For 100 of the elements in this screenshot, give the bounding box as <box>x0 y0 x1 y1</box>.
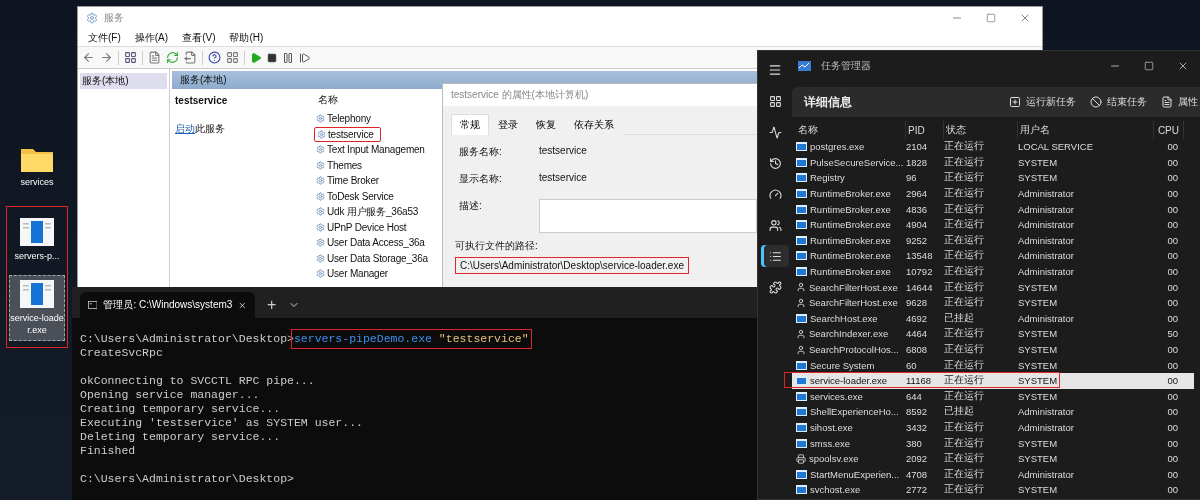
table-cell-text: Administrator <box>1018 250 1075 262</box>
table-cell-text: Administrator <box>1018 266 1075 278</box>
terminal-tab[interactable]: 管理员: C:\Windows\system3 <box>80 292 255 318</box>
path-field[interactable]: C:\Users\Administrator\Desktop\service-loader.exe <box>455 257 689 274</box>
service-row[interactable]: testservice <box>314 126 381 142</box>
column-header[interactable]: 名称 <box>314 93 440 111</box>
column-header[interactable]: 状态 <box>944 121 1018 139</box>
process-row[interactable]: RuntimeBroker.exe 13548 正在运行 Administrator 00 <box>792 248 1194 264</box>
menu-item[interactable]: 操作(A) <box>128 30 175 45</box>
column-header[interactable]: PID <box>906 121 944 139</box>
menu-item[interactable]: 文件(F) <box>82 30 127 45</box>
resume-icon[interactable] <box>299 51 311 64</box>
service-row[interactable]: Telephony <box>314 111 440 127</box>
table-cell-text: 正在运行 <box>944 233 985 247</box>
process-row[interactable]: Registry 96 正在运行 SYSTEM 00 <box>792 170 1194 186</box>
pause-icon[interactable] <box>282 51 294 64</box>
service-row[interactable]: Text Input Managemen <box>314 142 440 158</box>
table-cell-text: 10792 <box>906 266 934 278</box>
process-row[interactable]: Secure System 60 正在运行 SYSTEM 00 <box>792 357 1194 373</box>
process-row[interactable]: RuntimeBroker.exe 9252 正在运行 Administrator 00 <box>792 232 1194 249</box>
toolbar-button[interactable]: 属性 <box>1159 95 1200 109</box>
process-row[interactable]: svchost.exe 2772 正在运行 SYSTEM 00 <box>792 482 1194 498</box>
table-cell-text: 2772 <box>906 484 929 496</box>
gear-icon <box>316 238 325 248</box>
process-row[interactable]: SearchProtocolHos... 6808 正在运行 SYSTEM 00 <box>792 341 1194 358</box>
table-cell-text: 00 <box>1166 390 1179 402</box>
table-cell-text: 00 <box>1166 156 1179 168</box>
table-cell-text: LOCAL SERVICE <box>1018 141 1094 153</box>
process-row[interactable]: StartMenuExperien... 4708 正在运行 Administrator 00 <box>792 466 1194 483</box>
menu-item[interactable]: 查看(V) <box>176 30 222 45</box>
process-row[interactable]: smss.exe 380 正在运行 SYSTEM 00 <box>792 435 1194 451</box>
process-row[interactable]: SearchHost.exe 4692 已挂起 Administrator 00 <box>792 310 1194 327</box>
table-cell-text: 00 <box>1166 141 1179 153</box>
process-row[interactable]: RuntimeBroker.exe 2964 正在运行 Administrator 00 <box>792 185 1194 202</box>
process-row[interactable]: sihost.exe 3432 正在运行 Administrator 00 <box>792 419 1194 436</box>
process-row[interactable]: RuntimeBroker.exe 4836 正在运行 Administrator 00 <box>792 201 1194 217</box>
process-row[interactable]: SearchIndexer.exe 4464 正在运行 SYSTEM 50 <box>792 326 1194 342</box>
table-cell-text: 正在运行 <box>944 436 985 450</box>
properties-icon[interactable] <box>148 51 161 64</box>
service-row[interactable]: Themes <box>314 157 440 173</box>
table-cell-text: 00 <box>1166 250 1179 262</box>
help-icon[interactable] <box>208 51 221 64</box>
window-icon <box>796 142 807 152</box>
service-row[interactable]: User Data Access_36a <box>314 235 440 251</box>
terminal-text: Opening service manager... <box>80 388 260 402</box>
refresh-icon[interactable] <box>166 51 179 64</box>
table-cell: Registry <box>796 172 906 184</box>
column-header[interactable]: CPU <box>1154 121 1184 139</box>
user-icon <box>796 344 806 355</box>
table-cell-text: SYSTEM <box>1018 375 1059 387</box>
gear-icon <box>316 269 325 279</box>
menu-item[interactable]: 帮助(H) <box>223 30 270 45</box>
process-row[interactable]: RuntimeBroker.exe 4904 正在运行 Administrator 00 <box>792 216 1194 233</box>
table-cell: RuntimeBroker.exe <box>796 266 906 278</box>
stop-icon[interactable] <box>267 52 277 63</box>
process-row[interactable]: postgres.exe 2104 正在运行 LOCAL SERVICE 00 <box>792 139 1194 155</box>
table-cell-text: 已挂起 <box>944 311 975 325</box>
column-header[interactable]: 用户名 <box>1018 121 1154 139</box>
window-icon <box>796 313 807 323</box>
process-row[interactable]: RuntimeBroker.exe 10792 正在运行 Administrator 00 <box>792 263 1194 280</box>
table-cell-text: SYSTEM <box>1018 437 1059 449</box>
table-cell-text: Administrator <box>1018 203 1075 215</box>
service-row[interactable]: User Manager <box>314 266 440 282</box>
service-row[interactable]: Time Broker <box>314 173 440 189</box>
window-icon <box>796 391 807 401</box>
toolbar-button[interactable]: 结束任务 <box>1088 95 1149 109</box>
user-icon <box>796 297 806 308</box>
process-row[interactable]: spoolsv.exe 2092 正在运行 SYSTEM 00 <box>792 450 1194 467</box>
table-cell-text: 00 <box>1166 219 1179 231</box>
service-row[interactable]: UPnP Device Host <box>314 219 440 235</box>
export-icon[interactable] <box>184 51 197 64</box>
performance-icon <box>768 125 782 139</box>
play-icon[interactable] <box>250 51 262 64</box>
desktop-icon[interactable]: service-loader.exe <box>9 275 65 341</box>
service-row[interactable]: ToDesk Service <box>314 188 440 204</box>
properties-icon <box>1161 96 1173 108</box>
process-row[interactable]: SearchFilterHost.exe 9628 正在运行 SYSTEM 00 <box>792 294 1194 311</box>
table-cell-text: 00 <box>1166 437 1179 449</box>
process-row[interactable]: ShellExperienceHo... 8592 已挂起 Administrator 00 <box>792 404 1194 420</box>
column-header[interactable]: 名称 <box>796 121 906 139</box>
new-tab-button[interactable]: + <box>263 292 281 318</box>
service-row[interactable]: User Data Storage_36a <box>314 250 440 266</box>
window-icon <box>796 173 807 183</box>
nav-button[interactable] <box>761 245 789 267</box>
forward-icon[interactable] <box>100 51 113 64</box>
tree-item[interactable]: 服务(本地) <box>80 73 167 89</box>
start-link[interactable]: 启动 <box>175 123 195 134</box>
table-cell-text: 00 <box>1166 266 1179 278</box>
service-row[interactable]: Udk 用户服务_36a53 <box>314 204 440 220</box>
process-row[interactable]: PulseSecureService... 1828 正在运行 SYSTEM 00 <box>792 154 1194 171</box>
back-icon[interactable] <box>82 51 95 64</box>
process-row[interactable]: services.exe 644 正在运行 SYSTEM 00 <box>792 388 1194 405</box>
desktop-icon[interactable]: servers-p... <box>9 213 65 267</box>
table-cell-text: 正在运行 <box>944 202 985 216</box>
process-row[interactable]: SearchFilterHost.exe 14644 正在运行 SYSTEM 00 <box>792 279 1194 295</box>
table-cell-text: 正在运行 <box>944 265 985 279</box>
description-field[interactable] <box>539 199 757 233</box>
toolbar-button[interactable]: 运行新任务 <box>1007 95 1078 109</box>
desktop-icon[interactable]: services <box>9 141 65 193</box>
tab[interactable]: 常规 <box>451 114 489 135</box>
